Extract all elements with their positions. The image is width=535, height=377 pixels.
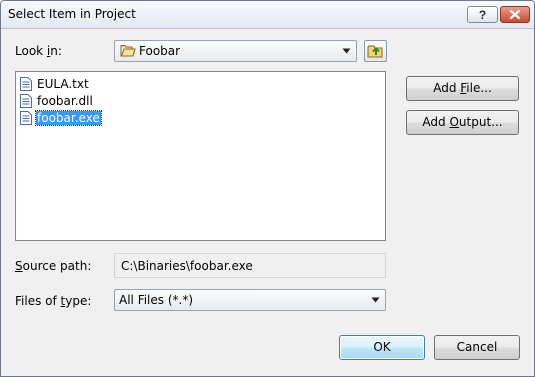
close-icon bbox=[509, 9, 521, 20]
file-list[interactable]: EULA.txt foobar.dll foobar.exe bbox=[15, 71, 386, 241]
files-of-type-label: Files of type: bbox=[15, 294, 92, 308]
close-button[interactable] bbox=[500, 6, 530, 23]
title-bar[interactable]: Select Item in Project ? bbox=[1, 1, 534, 29]
source-path-value: C:\Binaries\foobar.exe bbox=[121, 259, 253, 273]
files-of-type-dropdown[interactable]: All Files (*.*) bbox=[114, 289, 386, 311]
up-one-level-button[interactable] bbox=[364, 40, 387, 62]
file-name: foobar.exe bbox=[35, 110, 102, 126]
help-icon: ? bbox=[479, 8, 486, 22]
file-name: EULA.txt bbox=[37, 77, 89, 91]
file-icon bbox=[20, 94, 32, 108]
look-in-dropdown[interactable]: Foobar bbox=[114, 40, 357, 62]
files-of-type-value: All Files (*.*) bbox=[119, 293, 194, 307]
chevron-down-icon bbox=[371, 297, 380, 303]
look-in-value: Foobar bbox=[139, 44, 181, 58]
chevron-down-icon bbox=[342, 48, 351, 54]
folder-up-icon bbox=[367, 45, 383, 58]
help-button[interactable]: ? bbox=[467, 6, 498, 23]
ok-button[interactable]: OK bbox=[339, 335, 425, 360]
file-icon bbox=[20, 111, 32, 125]
source-path-field: C:\Binaries\foobar.exe bbox=[114, 253, 386, 278]
file-name: foobar.dll bbox=[37, 94, 93, 108]
open-folder-icon bbox=[120, 45, 136, 57]
source-path-label: Source path: bbox=[15, 259, 92, 273]
svg-text:?: ? bbox=[479, 8, 486, 22]
dialog-window: Select Item in Project ? Look in: Foobar bbox=[0, 0, 535, 377]
file-icon bbox=[20, 77, 32, 91]
add-file-button[interactable]: Add File... bbox=[406, 76, 519, 101]
window-title: Select Item in Project bbox=[8, 7, 136, 21]
add-output-button[interactable]: Add Output... bbox=[406, 110, 519, 135]
look-in-label: Look in: bbox=[15, 44, 62, 58]
cancel-button[interactable]: Cancel bbox=[434, 335, 520, 360]
